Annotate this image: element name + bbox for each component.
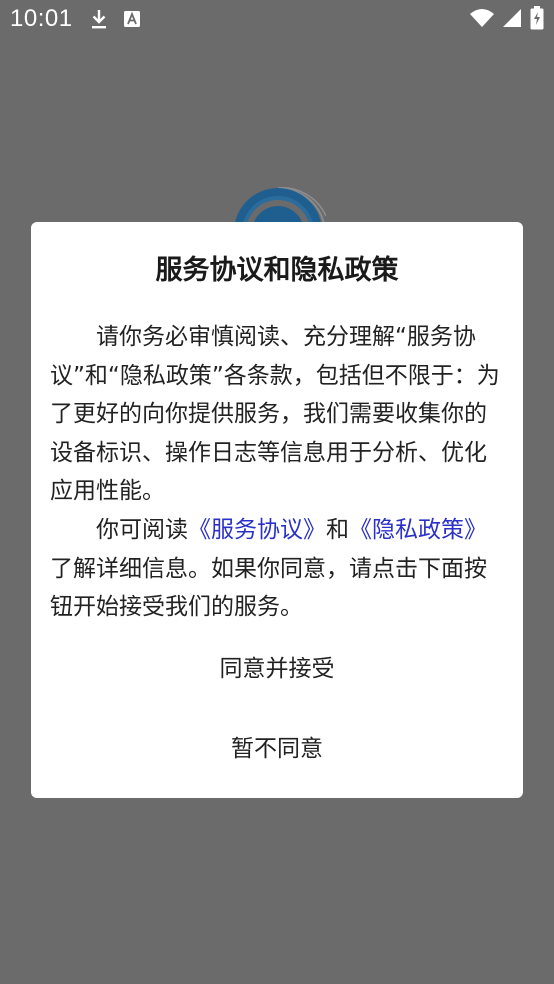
status-time: 10:01	[10, 5, 73, 32]
wifi-icon	[470, 8, 494, 28]
privacy-dialog: 服务协议和隐私政策 请你务必审慎阅读、充分理解“服务协议”和“隐私政策”各条款，…	[31, 222, 523, 798]
screen: 10:01 服务协议和隐私政策 请你务必审慎阅读、充分理解“服务协议”和“隐私政…	[0, 0, 554, 984]
service-agreement-link[interactable]: 《服务协议》	[188, 517, 326, 543]
battery-icon	[530, 6, 544, 30]
dialog-body: 请你务必审慎阅读、充分理解“服务协议”和“隐私政策”各条款，包括但不限于：为了更…	[50, 318, 504, 627]
status-right-icons	[462, 6, 544, 30]
paragraph-2-suffix: 了解详细信息。如果你同意，请点击下面按钮开始接受我们的服务。	[50, 555, 487, 621]
dialog-title: 服务协议和隐私政策	[155, 255, 399, 286]
privacy-policy-link[interactable]: 《隐私政策》	[349, 517, 487, 543]
dialog-paragraph-1: 请你务必审慎阅读、充分理解“服务协议”和“隐私政策”各条款，包括但不限于：为了更…	[50, 324, 500, 505]
download-icon	[90, 8, 108, 30]
paragraph-2-prefix: 你可阅读	[96, 516, 188, 543]
agree-button[interactable]: 同意并接受	[31, 636, 523, 696]
status-left-icons	[90, 8, 156, 30]
decline-button[interactable]: 暂不同意	[31, 716, 523, 776]
font-a-icon	[124, 11, 140, 27]
dialog-paragraph-2: 你可阅读《服务协议》和《隐私政策》了解详细信息。如果你同意，请点击下面按钮开始接…	[50, 511, 504, 627]
paragraph-2-and: 和	[326, 516, 349, 543]
status-bar: 10:01	[0, 0, 554, 40]
cell-signal-icon	[502, 8, 522, 28]
